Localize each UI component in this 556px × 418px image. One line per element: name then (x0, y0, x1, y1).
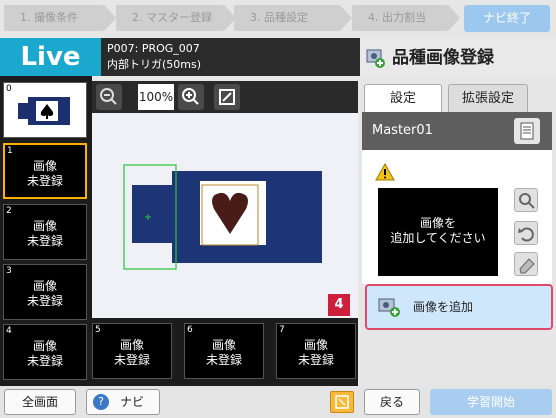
thumbnail-5[interactable]: 5 画像 未登録 (92, 323, 172, 379)
spade-card-thumb-icon (18, 97, 70, 125)
fullscreen-button[interactable]: 全画面 (4, 389, 76, 415)
add-image-icon (378, 298, 400, 317)
tab-extended-settings[interactable]: 拡張設定 (448, 84, 528, 112)
thumbnail-label: 画像 未登録 (113, 338, 150, 367)
image-toolbar: 100% (92, 81, 358, 113)
thumbnail-7[interactable]: 7 画像 未登録 (276, 323, 356, 379)
thumbnail-3[interactable]: 3 画像 未登録 (3, 264, 87, 320)
thumbnail-index: 6 (187, 325, 193, 335)
step-number-badge: 4 (328, 294, 350, 316)
live-info: P007: PROG_007 内部トリガ(50ms) (101, 38, 360, 76)
thumbnail-index: 3 (6, 266, 12, 276)
step-bar: 1. 撮像条件 2. マスター登録 3. 品種設定 4. 出力割当 ナビ終了 (0, 0, 556, 36)
navi-button[interactable]: ? ナビ (86, 389, 160, 415)
zoom-in-icon (182, 88, 199, 105)
thumbnail-2[interactable]: 2 画像 未登録 (3, 204, 87, 260)
bottom-bar: 全画面 ? ナビ (0, 386, 360, 418)
learn-start-label: 学習開始 (466, 395, 515, 409)
thumbnail-label: 画像 未登録 (26, 339, 63, 368)
add-image-label: 画像を追加 (413, 300, 474, 314)
master-preview: 画像を 追加してください (378, 188, 498, 276)
zoom-in-button[interactable] (178, 84, 204, 110)
document-icon (520, 122, 534, 140)
collapse-icon (335, 395, 349, 409)
warning-icon (375, 162, 395, 181)
thumbnail-index: 5 (95, 325, 101, 335)
step-4[interactable]: 4. 出力割当 (352, 5, 460, 31)
thumbnail-6[interactable]: 6 画像 未登録 (184, 323, 264, 379)
collapse-button[interactable] (330, 391, 354, 413)
zoom-out-button[interactable] (96, 84, 122, 110)
zoom-out-icon (100, 88, 117, 105)
erase-button[interactable] (514, 252, 538, 276)
thumbnail-label: 画像 未登録 (26, 159, 63, 188)
search-button[interactable] (514, 188, 538, 212)
thumbnail-1[interactable]: 1 画像 未登録 (3, 143, 87, 199)
thumbnail-label: 画像 未登録 (205, 338, 242, 367)
back-button[interactable]: 戻る (364, 389, 420, 415)
step-3[interactable]: 3. 品種設定 (234, 5, 352, 31)
thumbnail-column: 0 1 画像 未登録 2 画像 未登録 3 画像 未登録 4 画像 未登録 (0, 76, 92, 386)
app-root: 1. 撮像条件 2. マスター登録 3. 品種設定 4. 出力割当 ナビ終了 L… (0, 0, 556, 418)
tab-settings[interactable]: 設定 (364, 84, 442, 112)
thumbnail-4[interactable]: 4 画像 未登録 (3, 324, 87, 380)
register-image-icon (366, 49, 385, 68)
thumbnail-label: 画像 未登録 (26, 219, 63, 248)
fit-screen-icon (219, 89, 235, 105)
step-2[interactable]: 2. マスター登録 (116, 5, 236, 31)
thumbnail-label: 画像 未登録 (297, 338, 334, 367)
step-1[interactable]: 1. 撮像条件 (4, 5, 116, 31)
navi-label: ナビ (119, 395, 144, 409)
add-image-button[interactable]: 画像を追加 (365, 284, 553, 330)
panel-title-text: 品種画像登録 (392, 48, 494, 68)
navi-end-button[interactable]: ナビ終了 (464, 5, 550, 32)
card-image (92, 113, 358, 318)
fit-button[interactable] (214, 84, 240, 110)
learn-start-button[interactable]: 学習開始 (430, 389, 552, 415)
thumbnail-index: 1 (7, 146, 13, 156)
undo-icon (518, 227, 534, 242)
program-name: P007: PROG_007 (107, 42, 200, 55)
camera-view[interactable] (92, 113, 358, 318)
zoom-level: 100% (138, 84, 174, 110)
master-list-button[interactable] (514, 118, 540, 144)
thumbnail-index: 2 (6, 206, 12, 216)
live-badge: Live (0, 38, 101, 76)
trigger-mode: 内部トリガ(50ms) (107, 58, 202, 71)
thumbnail-index: 7 (279, 325, 285, 335)
search-icon (519, 193, 535, 209)
undo-button[interactable] (514, 221, 538, 245)
thumbnail-index: 4 (6, 326, 12, 336)
thumbnail-0[interactable]: 0 (3, 82, 87, 138)
eraser-icon (519, 258, 535, 274)
panel-title: 品種画像登録 (360, 38, 556, 78)
bottom-thumbnail-row: 5 画像 未登録 6 画像 未登録 7 画像 未登録 (92, 318, 358, 386)
master-name: Master01 (372, 123, 433, 138)
thumbnail-label: 画像 未登録 (26, 279, 63, 308)
help-icon: ? (93, 394, 109, 410)
master-bar: Master01 (362, 112, 552, 150)
